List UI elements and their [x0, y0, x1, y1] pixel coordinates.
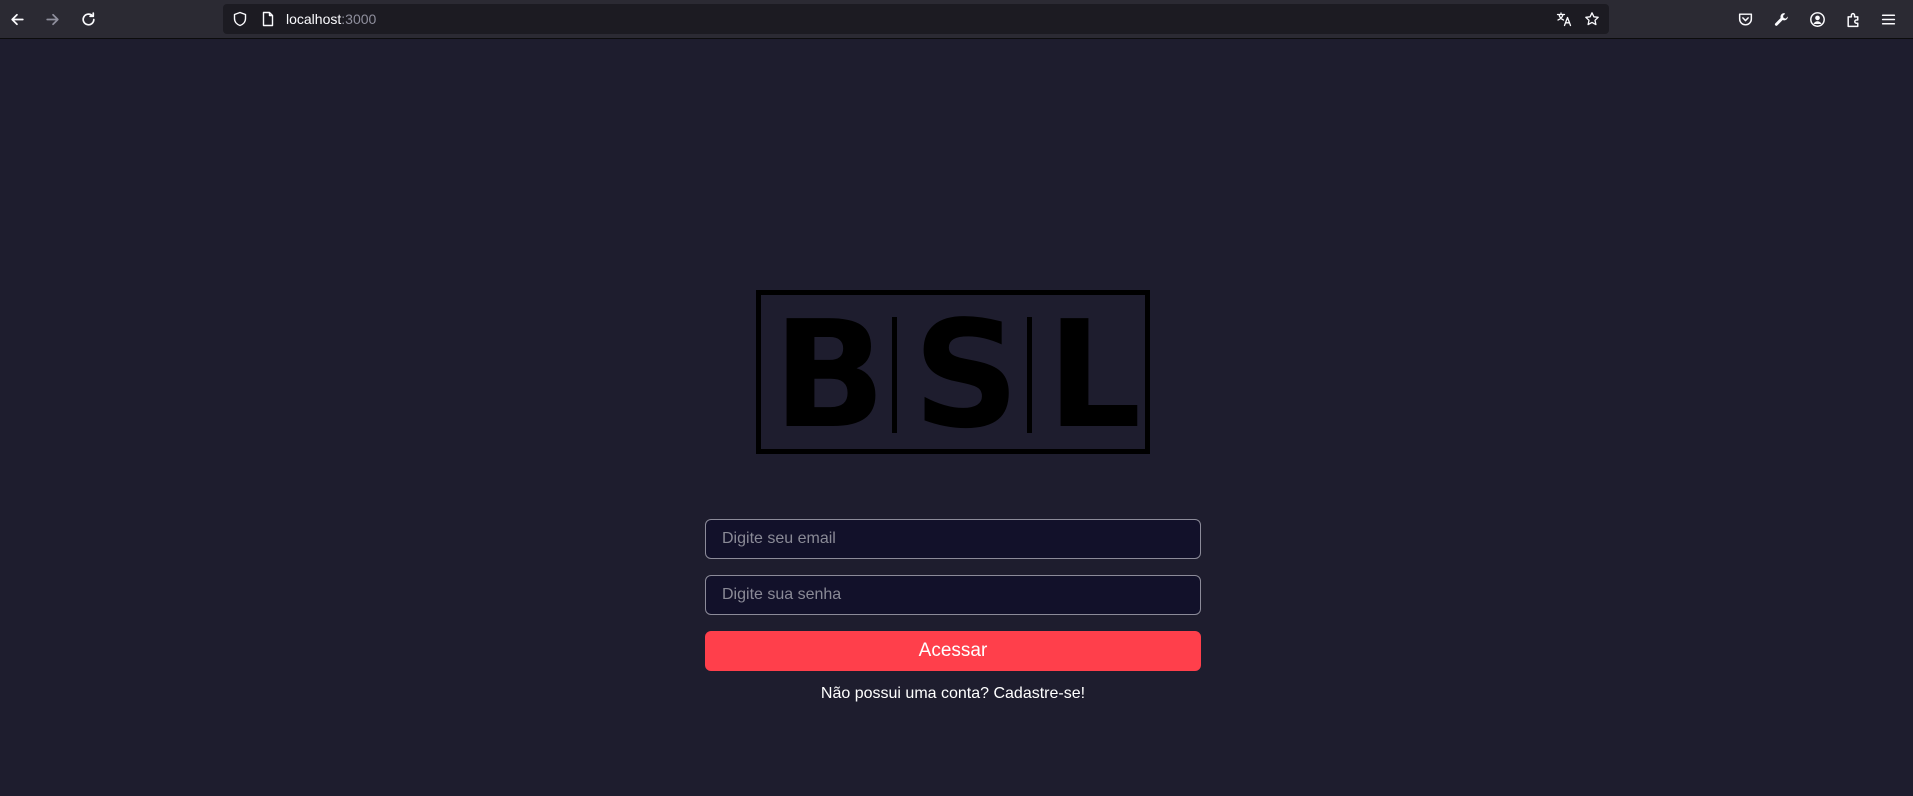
arrow-right-icon — [45, 13, 59, 25]
submit-button[interactable]: Acessar — [705, 631, 1201, 671]
logo-letter-l: L — [1047, 289, 1142, 461]
forward-button[interactable] — [37, 4, 67, 34]
pocket-button[interactable] — [1730, 4, 1760, 34]
logo-divider — [892, 317, 897, 433]
app-menu-button[interactable] — [1873, 4, 1903, 34]
url-host: localhost — [286, 11, 342, 27]
signup-link[interactable]: Não possui uma conta? Cadastre-se! — [705, 685, 1201, 703]
extensions-icon — [1846, 12, 1858, 27]
page-icon[interactable] — [260, 11, 276, 27]
extensions-button[interactable] — [1838, 4, 1868, 34]
logo-divider — [1027, 317, 1032, 433]
logo-letter-s: S — [913, 289, 1020, 461]
account-icon — [1809, 11, 1825, 27]
hamburger-menu-icon — [1881, 13, 1895, 25]
password-input[interactable] — [705, 575, 1201, 615]
reload-icon — [81, 11, 95, 26]
url-text[interactable]: localhost:3000 — [286, 4, 376, 34]
account-button[interactable] — [1802, 4, 1832, 34]
arrow-left-icon — [10, 13, 24, 25]
url-port: :3000 — [341, 11, 377, 27]
logo-letter-b: B — [773, 289, 886, 461]
address-bar[interactable]: localhost:3000 — [223, 4, 1609, 34]
email-input[interactable] — [705, 519, 1201, 559]
tools-button[interactable] — [1766, 4, 1796, 34]
shield-icon[interactable] — [232, 11, 248, 27]
browser-toolbar: localhost:3000 — [0, 0, 1913, 39]
bsl-logo: B S L — [756, 290, 1150, 454]
pocket-icon — [1738, 12, 1752, 26]
wrench-icon — [1774, 12, 1788, 26]
translate-icon[interactable] — [1556, 11, 1572, 27]
star-icon[interactable] — [1584, 11, 1600, 27]
back-button[interactable] — [2, 4, 32, 34]
reload-button[interactable] — [73, 4, 103, 34]
